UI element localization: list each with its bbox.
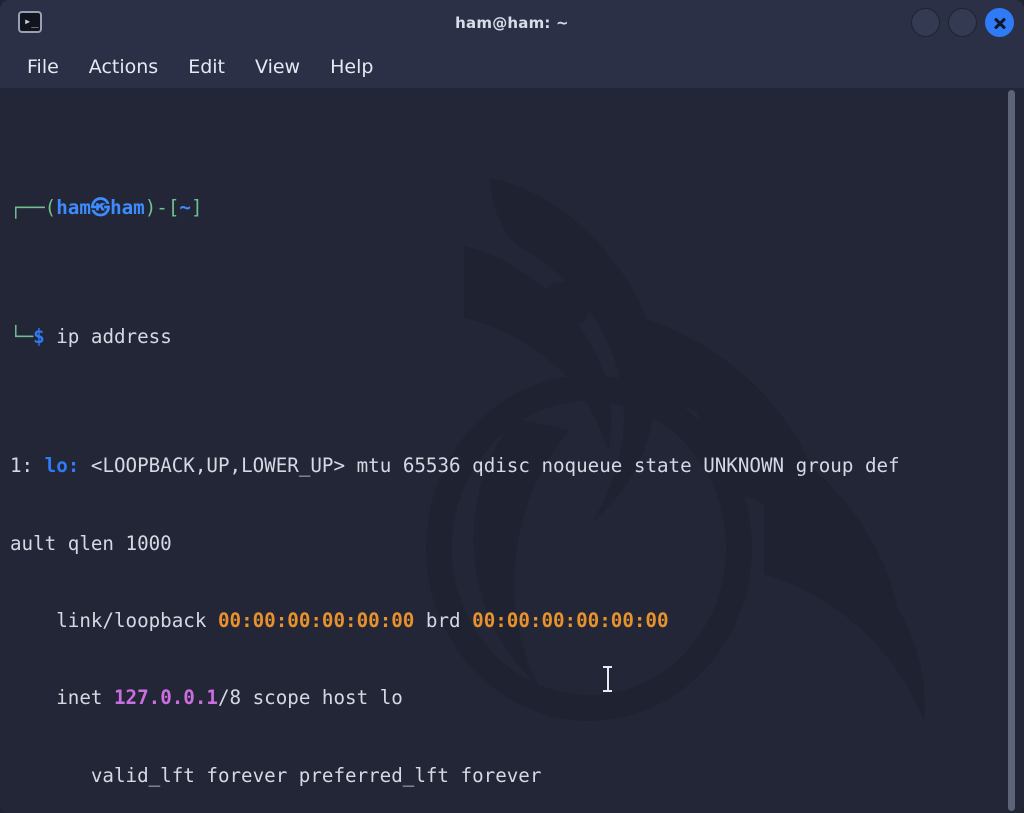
prompt-host: ham <box>110 196 145 220</box>
window-titlebar[interactable]: ▸_ ham@ham: ~ <box>0 0 1024 46</box>
terminal-window: ▸_ ham@ham: ~ File Actions Edit View Hel… <box>0 0 1024 813</box>
terminal-line: link/loopback 00:00:00:00:00:00 brd 00:0… <box>10 608 1006 634</box>
lo-lft-1: valid_lft forever preferred_lft forever <box>90 763 542 787</box>
terminal-scrollbar-thumb[interactable] <box>1008 90 1015 811</box>
prompt-box-top: ┌──( <box>10 196 57 220</box>
terminal-screen: ┌──(ham㉿ham)-[~] └─$ ip address 1: lo: <… <box>10 92 1006 813</box>
maximize-button[interactable] <box>948 8 977 37</box>
prompt-at-glyph: ㉿ <box>90 196 111 220</box>
terminal-line: ault qlen 1000 <box>10 531 1006 557</box>
terminal-line: ┌──(ham㉿ham)-[~] <box>10 195 1006 221</box>
close-button[interactable] <box>985 8 1014 37</box>
lo-iface-name: lo: <box>44 454 80 478</box>
lo-brd-label: brd <box>425 608 461 632</box>
menu-item-file[interactable]: File <box>16 53 70 81</box>
minimize-button[interactable] <box>911 8 940 37</box>
terminal-line: 1: lo: <LOOPBACK,UP,LOWER_UP> mtu 65536 … <box>10 453 1006 479</box>
lo-mtu: mtu 65536 <box>356 454 461 478</box>
lo-brd-mac: 00:00:00:00:00:00 <box>472 608 669 632</box>
lo-inet-addr: 127.0.0.1 <box>114 686 218 710</box>
terminal-scrollbar[interactable] <box>1008 88 1020 813</box>
lo-qdisc: qdisc noqueue <box>472 454 623 478</box>
lo-qlen: qlen 1000 <box>67 531 172 555</box>
window-controls <box>911 8 1014 37</box>
lo-mac: 00:00:00:00:00:00 <box>217 608 415 632</box>
lo-inet-label: inet <box>56 686 103 710</box>
prompt-box-bottom: └─ <box>10 325 34 349</box>
prompt-sigil: $ <box>33 325 45 349</box>
lo-flags: <LOOPBACK,UP,LOWER_UP> <box>90 454 346 478</box>
prompt-user: ham <box>56 196 91 220</box>
terminal-command: ip address <box>56 325 172 349</box>
terminal-body[interactable]: ┌──(ham㉿ham)-[~] └─$ ip address 1: lo: <… <box>0 88 1024 813</box>
prompt-close: ] <box>190 196 203 220</box>
menu-item-edit[interactable]: Edit <box>177 53 236 81</box>
menu-item-view[interactable]: View <box>244 53 311 81</box>
menu-item-actions[interactable]: Actions <box>78 53 169 81</box>
lo-inet-suffix: /8 scope host lo <box>217 686 403 710</box>
terminal-line: inet 127.0.0.1/8 scope host lo <box>10 685 1006 711</box>
menu-item-help[interactable]: Help <box>319 53 384 81</box>
lo-group-wrapA: group def <box>795 454 900 478</box>
lo-state: state UNKNOWN <box>633 454 785 478</box>
prompt-cwd: ~ <box>179 196 191 220</box>
terminal-line: └─$ ip address <box>10 324 1006 350</box>
lo-link-type: link/loopback <box>56 608 207 632</box>
prompt-sep: )-[ <box>144 196 180 220</box>
lo-index: 1: <box>10 454 34 478</box>
window-title: ham@ham: ~ <box>455 14 569 32</box>
terminal-line: valid_lft forever preferred_lft forever <box>10 763 1006 789</box>
sp <box>45 325 57 348</box>
lo-group-wrapB: ault <box>10 531 68 555</box>
menu-bar: File Actions Edit View Help <box>0 46 1024 88</box>
